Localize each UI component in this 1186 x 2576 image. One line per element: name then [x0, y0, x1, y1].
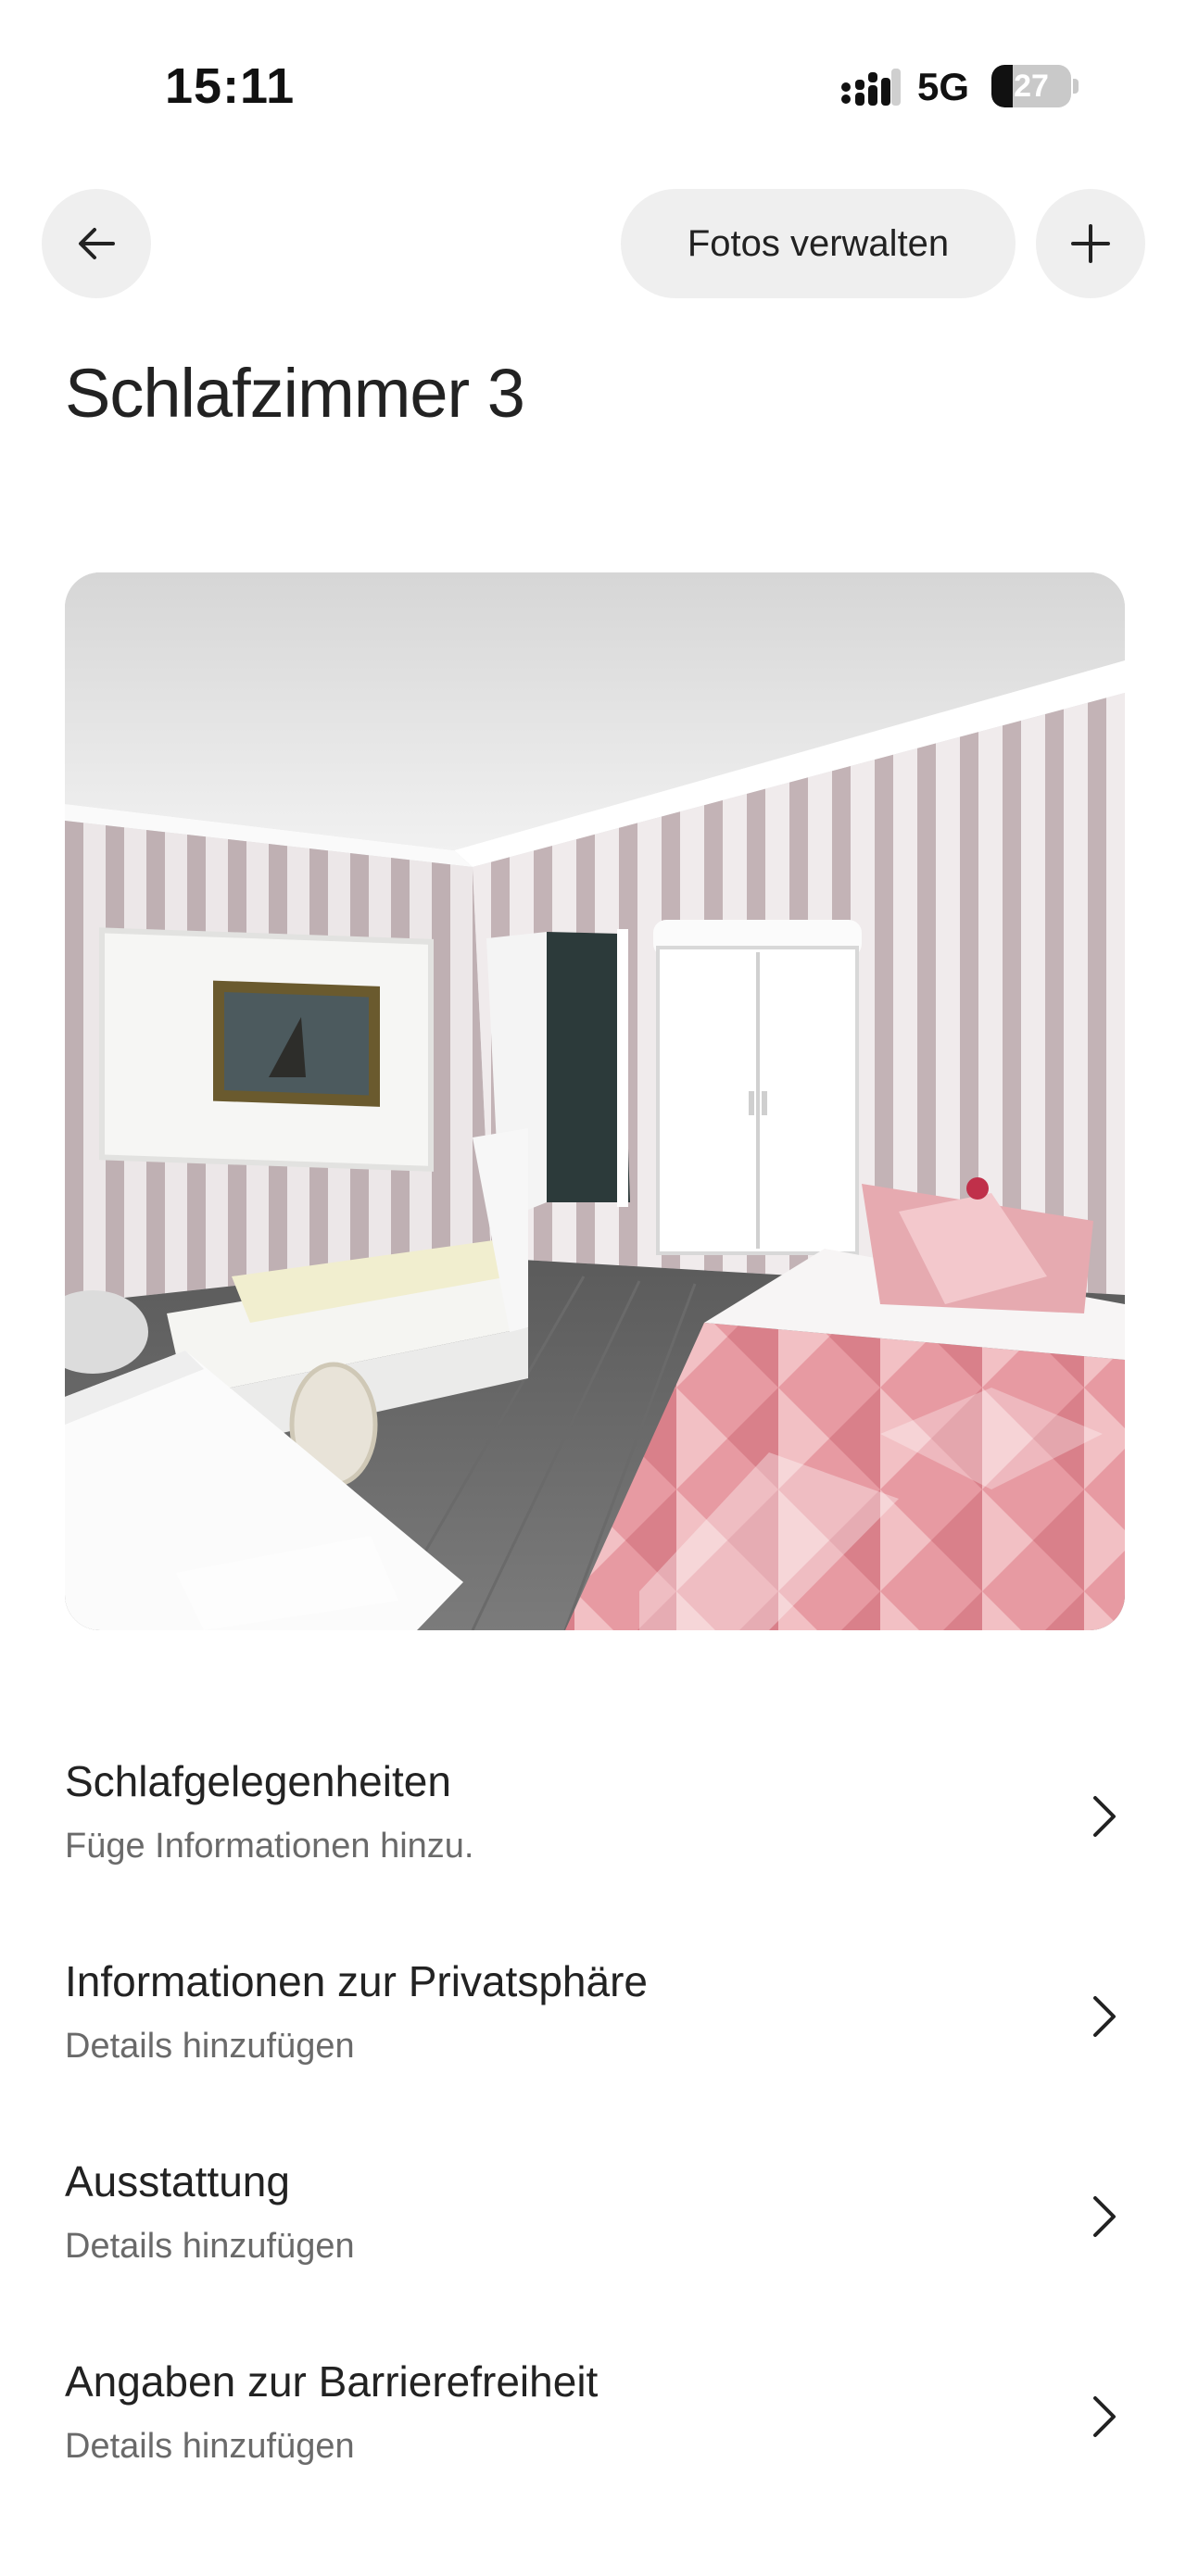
page-title: Schlafzimmer 3 [65, 355, 525, 432]
list-item-subtitle: Details hinzufügen [65, 2027, 355, 2066]
list-item-subtitle: Details hinzufügen [65, 2427, 355, 2466]
list-item-subtitle: Füge Informationen hinzu. [65, 1827, 474, 1866]
list-item-title: Schlafgelegenheiten [65, 1757, 451, 1805]
chevron-right-icon [1093, 2196, 1116, 2237]
back-button[interactable] [42, 189, 151, 298]
list-item-ausstattung[interactable]: Ausstattung Details hinzufügen [0, 2123, 1186, 2323]
arrow-left-icon [79, 228, 115, 259]
chevron-right-icon [1093, 1796, 1116, 1837]
battery-level: 27 [1014, 69, 1049, 104]
chevron-right-icon [1093, 2396, 1116, 2437]
add-photo-button[interactable] [1036, 189, 1145, 298]
chevron-right-icon [1093, 1996, 1116, 2037]
plus-icon [1071, 224, 1110, 263]
network-type: 5G [917, 65, 970, 108]
status-bar: 15:11 5G 27 [0, 0, 1186, 157]
list-item-title: Ausstattung [65, 2157, 290, 2205]
room-details-list: Schlafgelegenheiten Füge Informationen h… [0, 1723, 1186, 2523]
signal-bars-icon [841, 69, 901, 106]
list-item-subtitle: Details hinzufügen [65, 2227, 355, 2266]
manage-photos-button[interactable]: Fotos verwalten [621, 189, 1016, 298]
battery-icon: 27 [991, 65, 1079, 107]
list-item-title: Angaben zur Barrierefreiheit [65, 2357, 599, 2406]
status-time: 15:11 [165, 58, 296, 114]
list-item-title: Informationen zur Privatsphäre [65, 1957, 648, 2005]
list-item-schlafgelegenheiten[interactable]: Schlafgelegenheiten Füge Informationen h… [0, 1723, 1186, 1923]
list-item-privatsphaere[interactable]: Informationen zur Privatsphäre Details h… [0, 1923, 1186, 2123]
list-item-barrierefreiheit[interactable]: Angaben zur Barrierefreiheit Details hin… [0, 2323, 1186, 2523]
room-photo[interactable] [65, 572, 1125, 1630]
